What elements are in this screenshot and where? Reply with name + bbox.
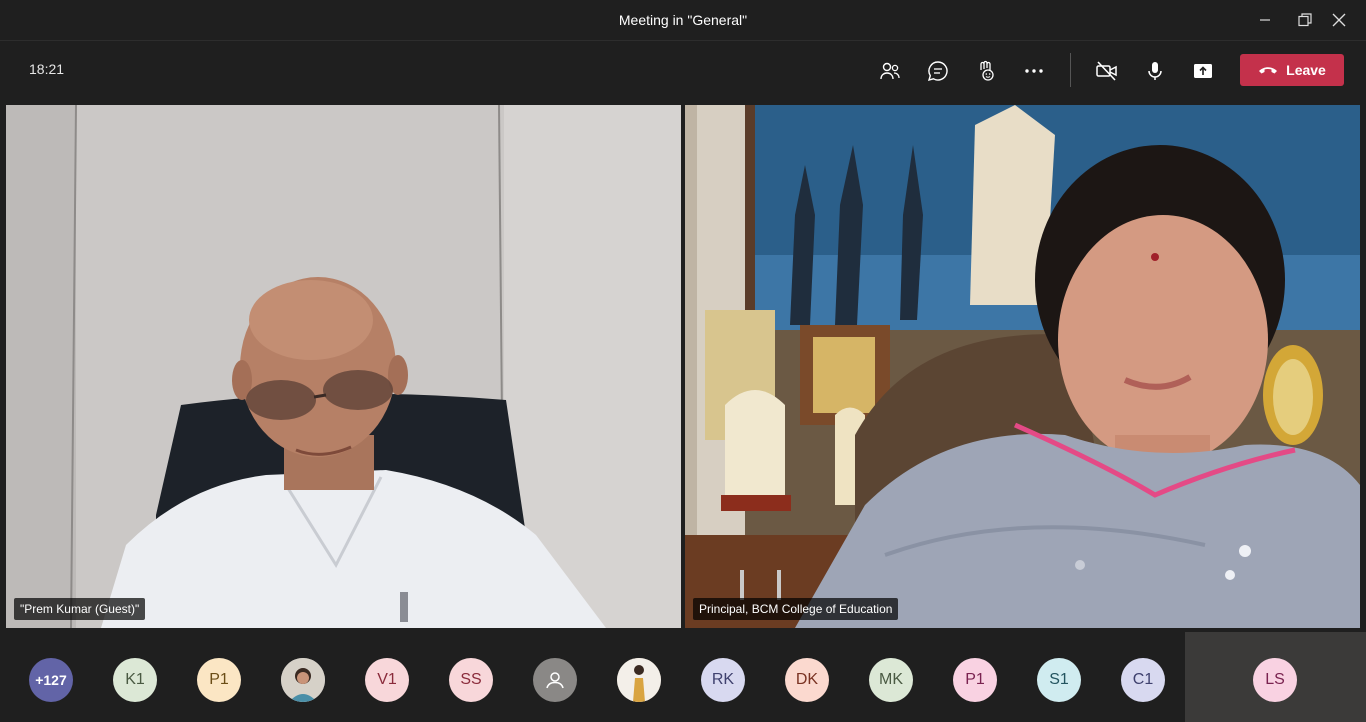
more-options-icon bbox=[1025, 69, 1043, 73]
participants-icon bbox=[880, 62, 900, 80]
participant-initials: SS bbox=[460, 671, 482, 688]
window-title: Meeting in "General" bbox=[618, 12, 748, 28]
reactions-icon bbox=[980, 60, 994, 81]
participant-avatar[interactable]: S1 bbox=[1037, 658, 1081, 702]
meeting-timer: 18:21 bbox=[29, 61, 65, 77]
profile-photo bbox=[281, 658, 325, 702]
more-actions-button[interactable] bbox=[1018, 55, 1050, 87]
participant-avatar[interactable]: DK bbox=[785, 658, 829, 702]
participant-avatar[interactable]: C1 bbox=[1121, 658, 1165, 702]
participant-avatar[interactable]: LS bbox=[1253, 658, 1297, 702]
close-icon bbox=[1332, 13, 1346, 27]
video-feed-prem-kumar bbox=[6, 105, 681, 628]
participant-avatar[interactable]: P1 bbox=[197, 658, 241, 702]
participant-initials: P1 bbox=[965, 671, 985, 688]
participant-avatar[interactable]: MK bbox=[869, 658, 913, 702]
participant-initials: P1 bbox=[209, 671, 229, 688]
participant-initials: V1 bbox=[377, 671, 397, 688]
participant-initials: RK bbox=[711, 671, 735, 688]
reactions-button[interactable] bbox=[970, 55, 1002, 87]
participant-initials: K1 bbox=[125, 671, 145, 688]
participant-initials: DK bbox=[795, 671, 819, 688]
participant-avatar[interactable]: RK bbox=[701, 658, 745, 702]
participant-avatar[interactable]: V1 bbox=[365, 658, 409, 702]
camera-toggle-button[interactable] bbox=[1091, 55, 1123, 87]
show-conversation-button[interactable] bbox=[922, 55, 954, 87]
participant-avatar[interactable]: +127 bbox=[29, 658, 73, 702]
participant-initials: C1 bbox=[1132, 671, 1154, 688]
participant-initials: LS bbox=[1265, 671, 1285, 688]
participant-avatar[interactable] bbox=[617, 658, 661, 702]
share-screen-icon bbox=[1194, 64, 1212, 78]
participant-avatar[interactable] bbox=[533, 658, 577, 702]
minimize-icon bbox=[1260, 19, 1270, 21]
show-participants-button[interactable] bbox=[874, 55, 906, 87]
participant-name-tag: Principal, BCM College of Education bbox=[693, 598, 899, 620]
participant-avatar[interactable]: SS bbox=[449, 658, 493, 702]
hangup-icon bbox=[1259, 67, 1278, 74]
video-tile-principal[interactable]: Principal, BCM College of Education bbox=[685, 105, 1360, 628]
participant-initials: MK bbox=[879, 671, 903, 688]
default-person-icon bbox=[546, 672, 564, 689]
participant-initials: +127 bbox=[35, 672, 67, 688]
microphone-toggle-button[interactable] bbox=[1139, 55, 1171, 87]
title-bar: Meeting in "General" bbox=[0, 0, 1366, 41]
video-feed-principal bbox=[685, 105, 1360, 628]
camera-off-icon bbox=[1096, 61, 1117, 81]
meeting-toolbar: 18:21 Leave bbox=[0, 41, 1366, 99]
participant-avatar[interactable]: K1 bbox=[113, 658, 157, 702]
share-content-button[interactable] bbox=[1187, 55, 1219, 87]
participant-avatar[interactable] bbox=[281, 658, 325, 702]
participant-initials: S1 bbox=[1049, 671, 1069, 688]
microphone-icon bbox=[1148, 62, 1162, 80]
chat-icon bbox=[927, 61, 948, 82]
close-button[interactable] bbox=[1316, 0, 1362, 40]
profile-photo bbox=[617, 658, 661, 702]
restore-icon bbox=[1298, 13, 1312, 27]
video-tile-prem-kumar[interactable]: "Prem Kumar (Guest)" bbox=[6, 105, 681, 628]
participant-strip: +127 K1 P1 V1 SS RK DK MK P1 S1 C1 LS bbox=[0, 632, 1366, 722]
toolbar-divider bbox=[1070, 53, 1071, 87]
participant-avatar[interactable]: P1 bbox=[953, 658, 997, 702]
leave-button[interactable]: Leave bbox=[1240, 54, 1344, 86]
leave-label: Leave bbox=[1286, 62, 1326, 78]
participant-name-tag: "Prem Kumar (Guest)" bbox=[14, 598, 146, 620]
